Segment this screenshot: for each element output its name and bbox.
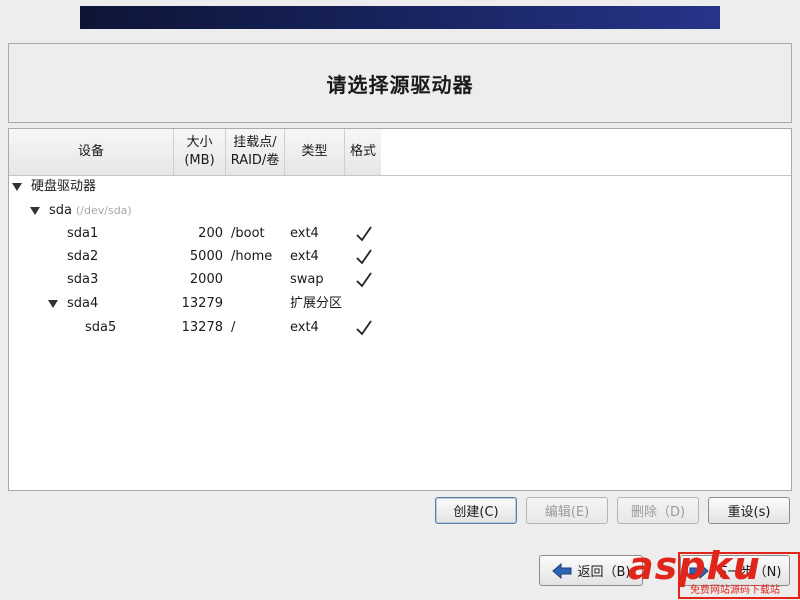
partition-size: 200 bbox=[198, 226, 223, 241]
reset-button[interactable]: 重设(s) bbox=[708, 497, 790, 524]
table-row[interactable]: sda5 13278 / ext4 bbox=[9, 317, 791, 339]
partition-size: 13279 bbox=[181, 296, 223, 311]
partition-mount: /boot bbox=[231, 226, 265, 241]
partition-type: ext4 bbox=[290, 320, 319, 335]
tree-root-label: 硬盘驱动器 bbox=[31, 179, 97, 194]
expand-triangle-icon[interactable] bbox=[48, 300, 58, 308]
checkmark-icon bbox=[356, 249, 372, 265]
column-size[interactable]: 大小 (MB) bbox=[174, 129, 226, 175]
column-device[interactable]: 设备 bbox=[9, 129, 174, 175]
create-button[interactable]: 创建(C) bbox=[435, 497, 517, 524]
partition-mount: /home bbox=[231, 249, 273, 264]
delete-button-label: 删除（D) bbox=[630, 505, 686, 520]
header-banner bbox=[80, 6, 720, 29]
checkmark-icon bbox=[356, 226, 372, 242]
column-type-label: 类型 bbox=[301, 144, 328, 159]
back-arrow-icon bbox=[551, 562, 571, 579]
expand-triangle-icon[interactable] bbox=[30, 207, 40, 215]
table-row[interactable]: sda1 200 /boot ext4 bbox=[9, 223, 791, 245]
partition-size: 2000 bbox=[189, 272, 223, 287]
table-row[interactable]: sda3 2000 swap bbox=[9, 269, 791, 291]
column-type[interactable]: 类型 bbox=[285, 129, 345, 175]
partition-tree[interactable]: 设备 大小 (MB) 挂载点/ RAID/卷 类型 格式 硬盘驱动器 sda (/… bbox=[8, 128, 792, 491]
column-header-empty bbox=[381, 129, 791, 176]
watermark-subtitle: 免费网站源码下载站 bbox=[690, 585, 780, 596]
column-format[interactable]: 格式 bbox=[345, 129, 382, 175]
edit-button-label: 编辑(E) bbox=[544, 505, 590, 520]
column-header-bar: 设备 大小 (MB) 挂载点/ RAID/卷 类型 格式 bbox=[9, 129, 382, 176]
partition-name: sda3 bbox=[67, 272, 99, 287]
column-mount-label-2: RAID/卷 bbox=[230, 153, 280, 168]
delete-button[interactable]: 删除（D) bbox=[617, 497, 699, 524]
edit-button[interactable]: 编辑(E) bbox=[526, 497, 608, 524]
expand-triangle-icon[interactable] bbox=[12, 183, 22, 191]
partition-size: 13278 bbox=[181, 320, 223, 335]
partition-name: sda4 bbox=[67, 296, 99, 311]
disk-label: sda (/dev/sda) bbox=[49, 200, 132, 222]
partition-type: ext4 bbox=[290, 249, 319, 264]
disk-name: sda bbox=[49, 203, 72, 218]
create-button-label: 创建(C) bbox=[453, 505, 499, 520]
disk-path: (/dev/sda) bbox=[76, 204, 132, 217]
table-row[interactable]: sda4 13279 扩展分区 bbox=[9, 293, 791, 315]
back-button-label: 返回（B) bbox=[577, 565, 631, 580]
page-title-box: 请选择源驱动器 bbox=[8, 43, 792, 123]
column-mount[interactable]: 挂载点/ RAID/卷 bbox=[226, 129, 285, 175]
column-device-label: 设备 bbox=[77, 144, 104, 159]
checkmark-icon bbox=[356, 320, 372, 336]
column-size-label: 大小 bbox=[186, 135, 213, 150]
table-row[interactable]: sda2 5000 /home ext4 bbox=[9, 246, 791, 268]
partition-mount: / bbox=[231, 320, 236, 335]
column-format-label: 格式 bbox=[349, 144, 376, 159]
partition-type: ext4 bbox=[290, 226, 319, 241]
tree-row-disk[interactable]: sda (/dev/sda) bbox=[9, 200, 791, 222]
column-mount-label: 挂载点/ bbox=[233, 135, 277, 150]
partition-name: sda1 bbox=[67, 226, 99, 241]
partition-type: 扩展分区 bbox=[290, 296, 343, 311]
tree-row-root[interactable]: 硬盘驱动器 bbox=[9, 176, 791, 198]
page-title: 请选择源驱动器 bbox=[326, 72, 474, 97]
partition-type: swap bbox=[290, 272, 324, 287]
reset-button-label: 重设(s) bbox=[727, 505, 771, 520]
watermark: aspku 免费网站源码下载站 bbox=[628, 544, 800, 599]
partition-name: sda2 bbox=[67, 249, 99, 264]
checkmark-icon bbox=[356, 272, 372, 288]
column-size-unit: (MB) bbox=[184, 153, 215, 168]
partition-name: sda5 bbox=[85, 320, 117, 335]
partition-size: 5000 bbox=[189, 249, 223, 264]
